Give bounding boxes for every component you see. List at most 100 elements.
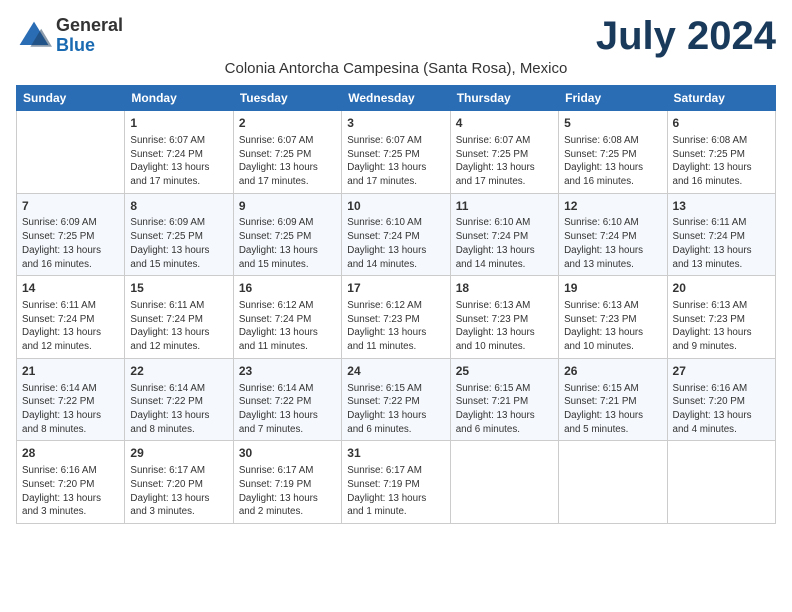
day-number: 28 xyxy=(22,445,119,462)
day-header-tuesday: Tuesday xyxy=(233,86,341,111)
day-header-wednesday: Wednesday xyxy=(342,86,450,111)
cell-content: Sunrise: 6:08 AM Sunset: 7:25 PM Dayligh… xyxy=(673,134,770,189)
week-row-4: 21 Sunrise: 6:14 AM Sunset: 7:22 PM Dayli… xyxy=(17,358,776,441)
calendar-cell: 21 Sunrise: 6:14 AM Sunset: 7:22 PM Dayli… xyxy=(17,358,125,441)
calendar-cell: 4 Sunrise: 6:07 AM Sunset: 7:25 PM Daylig… xyxy=(450,111,558,194)
calendar-cell: 17 Sunrise: 6:12 AM Sunset: 7:23 PM Dayli… xyxy=(342,276,450,359)
calendar-cell: 24Sunrise: 6:15 AM Sunset: 7:22 PM Dayli… xyxy=(342,358,450,441)
calendar-cell xyxy=(450,441,558,524)
day-number: 23 xyxy=(239,363,336,380)
calendar-cell: 18Sunrise: 6:13 AM Sunset: 7:23 PM Dayli… xyxy=(450,276,558,359)
day-number: 9 xyxy=(239,198,336,215)
calendar-cell xyxy=(667,441,775,524)
calendar-cell xyxy=(17,111,125,194)
calendar-cell xyxy=(559,441,667,524)
day-number: 17 xyxy=(347,280,444,297)
logo-blue: Blue xyxy=(56,36,123,56)
cell-content: Sunrise: 6:16 AM Sunset: 7:20 PM Dayligh… xyxy=(673,382,770,437)
calendar-cell: 22Sunrise: 6:14 AM Sunset: 7:22 PM Dayli… xyxy=(125,358,233,441)
cell-content: Sunrise: 6:10 AM Sunset: 7:24 PM Dayligh… xyxy=(347,216,444,271)
cell-content: Sunrise: 6:08 AM Sunset: 7:25 PM Dayligh… xyxy=(564,134,661,189)
calendar-cell: 8Sunrise: 6:09 AM Sunset: 7:25 PM Daylig… xyxy=(125,193,233,276)
logo-icon xyxy=(16,18,52,54)
cell-content: Sunrise: 6:11 AM Sunset: 7:24 PM Dayligh… xyxy=(22,299,119,354)
cell-content: Sunrise: 6:10 AM Sunset: 7:24 PM Dayligh… xyxy=(564,216,661,271)
day-header-friday: Friday xyxy=(559,86,667,111)
cell-content: Sunrise: 6:07 AM Sunset: 7:25 PM Dayligh… xyxy=(347,134,444,189)
calendar-cell: 7Sunrise: 6:09 AM Sunset: 7:25 PM Daylig… xyxy=(17,193,125,276)
cell-content: Sunrise: 6:17 AM Sunset: 7:20 PM Dayligh… xyxy=(130,464,227,519)
subtitle: Colonia Antorcha Campesina (Santa Rosa),… xyxy=(16,60,776,77)
cell-content: Sunrise: 6:13 AM Sunset: 7:23 PM Dayligh… xyxy=(564,299,661,354)
cell-content: Sunrise: 6:15 AM Sunset: 7:21 PM Dayligh… xyxy=(456,382,553,437)
calendar-cell: 9Sunrise: 6:09 AM Sunset: 7:25 PM Daylig… xyxy=(233,193,341,276)
cell-content: Sunrise: 6:07 AM Sunset: 7:24 PM Dayligh… xyxy=(130,134,227,189)
cell-content: Sunrise: 6:17 AM Sunset: 7:19 PM Dayligh… xyxy=(347,464,444,519)
calendar-cell: 15 Sunrise: 6:11 AM Sunset: 7:24 PM Dayli… xyxy=(125,276,233,359)
cell-content: Sunrise: 6:15 AM Sunset: 7:21 PM Dayligh… xyxy=(564,382,661,437)
calendar-cell: 12Sunrise: 6:10 AM Sunset: 7:24 PM Dayli… xyxy=(559,193,667,276)
cell-content: Sunrise: 6:09 AM Sunset: 7:25 PM Dayligh… xyxy=(130,216,227,271)
day-header-thursday: Thursday xyxy=(450,86,558,111)
calendar-cell: 16 Sunrise: 6:12 AM Sunset: 7:24 PM Dayli… xyxy=(233,276,341,359)
logo-text: General Blue xyxy=(56,16,123,56)
cell-content: Sunrise: 6:17 AM Sunset: 7:19 PM Dayligh… xyxy=(239,464,336,519)
cell-content: Sunrise: 6:12 AM Sunset: 7:24 PM Dayligh… xyxy=(239,299,336,354)
day-number: 30 xyxy=(239,445,336,462)
cell-content: Sunrise: 6:13 AM Sunset: 7:23 PM Dayligh… xyxy=(673,299,770,354)
calendar-cell: 23Sunrise: 6:14 AM Sunset: 7:22 PM Dayli… xyxy=(233,358,341,441)
day-number: 24 xyxy=(347,363,444,380)
day-header-saturday: Saturday xyxy=(667,86,775,111)
day-number: 1 xyxy=(130,115,227,132)
cell-content: Sunrise: 6:09 AM Sunset: 7:25 PM Dayligh… xyxy=(239,216,336,271)
calendar-cell: 6 Sunrise: 6:08 AM Sunset: 7:25 PM Daylig… xyxy=(667,111,775,194)
week-row-3: 14 Sunrise: 6:11 AM Sunset: 7:24 PM Dayli… xyxy=(17,276,776,359)
cell-content: Sunrise: 6:09 AM Sunset: 7:25 PM Dayligh… xyxy=(22,216,119,271)
day-number: 8 xyxy=(130,198,227,215)
calendar-cell: 19 Sunrise: 6:13 AM Sunset: 7:23 PM Dayli… xyxy=(559,276,667,359)
month-title: July 2024 xyxy=(596,16,776,56)
cell-content: Sunrise: 6:11 AM Sunset: 7:24 PM Dayligh… xyxy=(130,299,227,354)
day-number: 16 xyxy=(239,280,336,297)
day-number: 7 xyxy=(22,198,119,215)
calendar-cell: 13Sunrise: 6:11 AM Sunset: 7:24 PM Dayli… xyxy=(667,193,775,276)
calendar-cell: 5 Sunrise: 6:08 AM Sunset: 7:25 PM Daylig… xyxy=(559,111,667,194)
day-number: 4 xyxy=(456,115,553,132)
cell-content: Sunrise: 6:07 AM Sunset: 7:25 PM Dayligh… xyxy=(456,134,553,189)
day-number: 14 xyxy=(22,280,119,297)
day-number: 5 xyxy=(564,115,661,132)
cell-content: Sunrise: 6:11 AM Sunset: 7:24 PM Dayligh… xyxy=(673,216,770,271)
day-number: 25 xyxy=(456,363,553,380)
day-number: 11 xyxy=(456,198,553,215)
calendar-cell: 27 Sunrise: 6:16 AM Sunset: 7:20 PM Dayli… xyxy=(667,358,775,441)
cell-content: Sunrise: 6:12 AM Sunset: 7:23 PM Dayligh… xyxy=(347,299,444,354)
day-number: 26 xyxy=(564,363,661,380)
day-number: 29 xyxy=(130,445,227,462)
calendar-table: SundayMondayTuesdayWednesdayThursdayFrid… xyxy=(16,85,776,524)
day-number: 13 xyxy=(673,198,770,215)
day-number: 27 xyxy=(673,363,770,380)
day-number: 21 xyxy=(22,363,119,380)
calendar-cell: 20 Sunrise: 6:13 AM Sunset: 7:23 PM Dayli… xyxy=(667,276,775,359)
day-number: 3 xyxy=(347,115,444,132)
day-number: 2 xyxy=(239,115,336,132)
week-row-5: 28Sunrise: 6:16 AM Sunset: 7:20 PM Dayli… xyxy=(17,441,776,524)
day-number: 18 xyxy=(456,280,553,297)
calendar-cell: 26 Sunrise: 6:15 AM Sunset: 7:21 PM Dayli… xyxy=(559,358,667,441)
calendar-cell: 11Sunrise: 6:10 AM Sunset: 7:24 PM Dayli… xyxy=(450,193,558,276)
day-number: 19 xyxy=(564,280,661,297)
logo: General Blue xyxy=(16,16,123,56)
calendar-cell: 10Sunrise: 6:10 AM Sunset: 7:24 PM Dayli… xyxy=(342,193,450,276)
cell-content: Sunrise: 6:14 AM Sunset: 7:22 PM Dayligh… xyxy=(22,382,119,437)
week-row-1: 1 Sunrise: 6:07 AM Sunset: 7:24 PM Daylig… xyxy=(17,111,776,194)
day-headers-row: SundayMondayTuesdayWednesdayThursdayFrid… xyxy=(17,86,776,111)
day-number: 31 xyxy=(347,445,444,462)
day-number: 6 xyxy=(673,115,770,132)
calendar-cell: 31 Sunrise: 6:17 AM Sunset: 7:19 PM Dayli… xyxy=(342,441,450,524)
header-top: General Blue July 2024 xyxy=(16,16,776,56)
day-number: 20 xyxy=(673,280,770,297)
calendar-cell: 1 Sunrise: 6:07 AM Sunset: 7:24 PM Daylig… xyxy=(125,111,233,194)
day-number: 15 xyxy=(130,280,227,297)
calendar-cell: 3 Sunrise: 6:07 AM Sunset: 7:25 PM Daylig… xyxy=(342,111,450,194)
day-header-sunday: Sunday xyxy=(17,86,125,111)
